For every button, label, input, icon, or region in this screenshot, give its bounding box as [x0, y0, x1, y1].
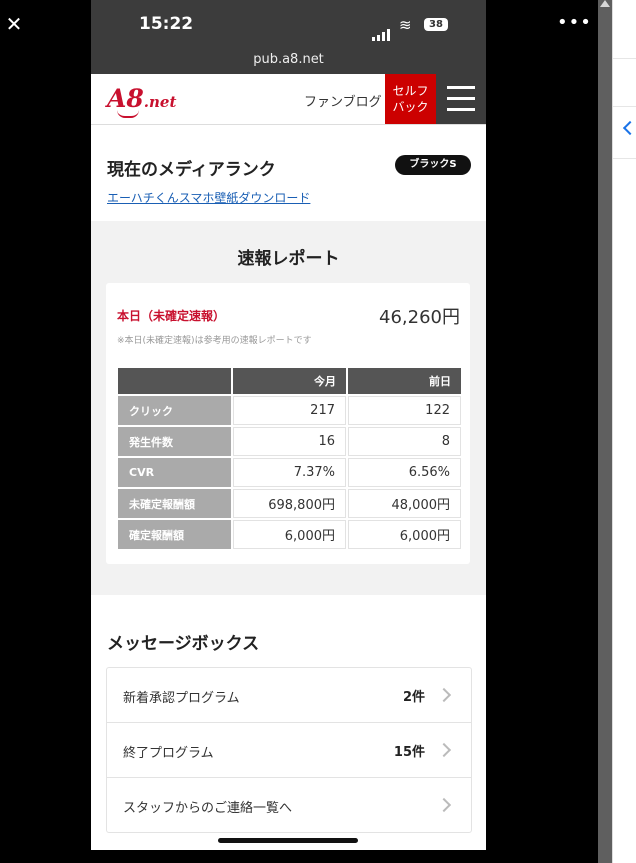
message-item-new-approved[interactable]: 新着承認プログラム 2件	[107, 668, 471, 722]
cellular-signal-icon	[372, 22, 392, 41]
report-table: 今月 前日 クリック 217 122 発生件数 16 8 CVR 7.37% 6…	[116, 366, 463, 551]
cell-prev-day: 122	[348, 396, 461, 425]
fan-blog-link[interactable]: ファンブログ	[304, 91, 382, 110]
today-label: 本日（未確定速報）	[117, 309, 226, 323]
column-header-this-month: 今月	[233, 368, 346, 394]
chevron-left-icon[interactable]	[622, 120, 636, 136]
message-count: 15件	[393, 745, 425, 760]
table-row: 未確定報酬額 698,800円 48,000円	[118, 489, 461, 518]
scrollbar[interactable]	[598, 0, 612, 863]
media-rank-section: 現在のメディアランク ブラックS エーハチくんスマホ壁紙ダウンロード	[91, 125, 486, 221]
battery-icon: 38	[424, 18, 448, 31]
hamburger-menu-icon[interactable]	[436, 74, 486, 124]
chevron-right-icon	[436, 687, 452, 703]
chevron-right-icon	[436, 742, 452, 758]
close-icon[interactable]: ✕	[4, 14, 24, 34]
table-row: 確定報酬額 6,000円 6,000円	[118, 520, 461, 549]
row-label: 未確定報酬額	[118, 489, 231, 518]
phone-screen: 15:22 ≋ 38 pub.a8.net A8.net ファンブログ セルフ …	[91, 0, 486, 850]
row-label: 確定報酬額	[118, 520, 231, 549]
message-count: 2件	[402, 690, 425, 705]
wallpaper-download-link[interactable]: エーハチくんスマホ壁紙ダウンロード	[107, 189, 310, 206]
a8net-logo[interactable]: A8.net	[107, 84, 176, 113]
message-item-ended-programs[interactable]: 終了プログラム 15件	[107, 722, 471, 777]
message-list: 新着承認プログラム 2件 終了プログラム 15件 スタッフからのご連絡一覧へ	[106, 667, 472, 833]
scroll-up-arrow-icon[interactable]	[600, 0, 610, 7]
column-header-prev-day: 前日	[348, 368, 461, 394]
message-box-section: メッセージボックス 新着承認プログラム 2件 終了プログラム 15件 スタッフか…	[91, 595, 486, 850]
status-time: 15:22	[139, 14, 194, 34]
table-corner	[118, 368, 231, 394]
message-box-title: メッセージボックス	[107, 634, 260, 654]
row-label: 発生件数	[118, 427, 231, 456]
chevron-right-icon	[436, 797, 452, 813]
table-row: CVR 7.37% 6.56%	[118, 458, 461, 487]
cell-this-month: 16	[233, 427, 346, 456]
background-window	[612, 0, 636, 863]
media-rank-title: 現在のメディアランク	[107, 160, 276, 180]
site-header: A8.net ファンブログ セルフ バック	[91, 74, 486, 125]
row-label: CVR	[118, 458, 231, 487]
self-back-button[interactable]: セルフ バック	[385, 74, 436, 124]
report-card: 本日（未確定速報） 46,260円 ※本日(未確定速報)は参考用の速報レポートで…	[106, 283, 470, 564]
cell-prev-day: 6.56%	[348, 458, 461, 487]
status-bar: 15:22 ≋ 38	[91, 0, 486, 46]
more-options-icon[interactable]: •••	[557, 14, 592, 32]
cell-prev-day: 48,000円	[348, 489, 461, 518]
report-note: ※本日(未確定速報)は参考用の速報レポートです	[117, 336, 312, 346]
cell-prev-day: 8	[348, 427, 461, 456]
cell-this-month: 217	[233, 396, 346, 425]
rank-badge: ブラックS	[395, 155, 471, 175]
message-item-staff-contact[interactable]: スタッフからのご連絡一覧へ	[107, 777, 471, 832]
quick-report-section: 速報レポート 本日（未確定速報） 46,260円 ※本日(未確定速報)は参考用の…	[91, 221, 486, 594]
cell-this-month: 698,800円	[233, 489, 346, 518]
table-row: クリック 217 122	[118, 396, 461, 425]
table-row: 発生件数 16 8	[118, 427, 461, 456]
home-indicator[interactable]	[218, 838, 358, 843]
report-title: 速報レポート	[237, 249, 340, 269]
wifi-icon: ≋	[399, 16, 412, 34]
url-bar[interactable]: pub.a8.net	[91, 46, 486, 74]
row-label: クリック	[118, 396, 231, 425]
today-amount: 46,260円	[379, 307, 460, 328]
cell-prev-day: 6,000円	[348, 520, 461, 549]
cell-this-month: 7.37%	[233, 458, 346, 487]
logo-swoosh	[117, 110, 139, 118]
cell-this-month: 6,000円	[233, 520, 346, 549]
